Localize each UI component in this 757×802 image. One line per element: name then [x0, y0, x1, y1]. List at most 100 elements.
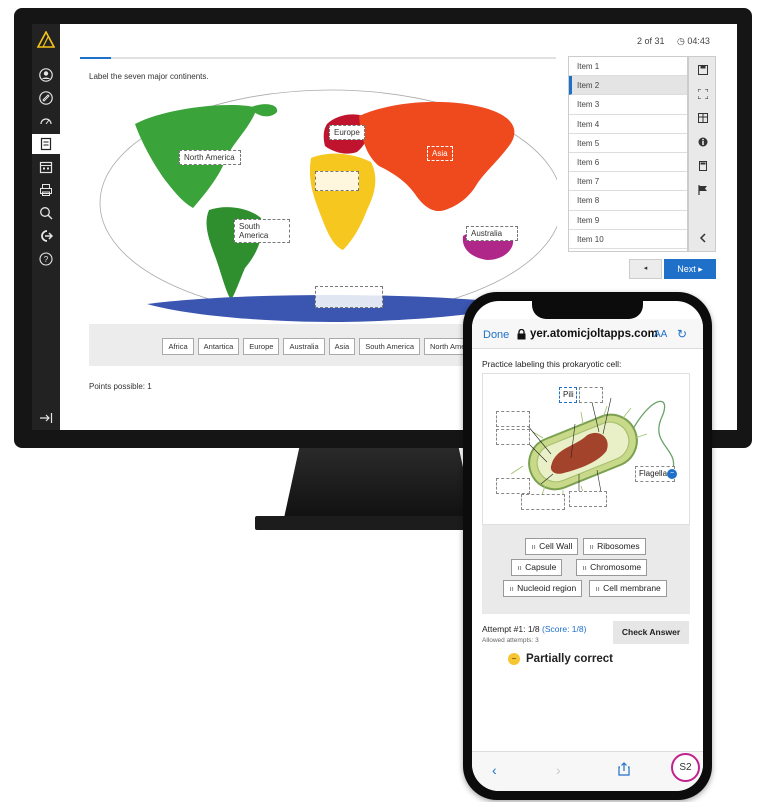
left-sidebar: ?: [32, 24, 60, 430]
logo-icon[interactable]: [36, 30, 56, 50]
item-5[interactable]: Item 5: [569, 134, 687, 153]
phone-chip-cell-wall[interactable]: ⠶ Cell Wall: [525, 538, 579, 555]
chip-africa[interactable]: Africa: [162, 338, 194, 355]
forward-icon[interactable]: ›: [556, 762, 561, 778]
phone-chip-chromosome[interactable]: ⠶ Chromosome: [576, 559, 648, 576]
browser-url-bar: Done yer.atomicjoltapps.com AA ↻: [472, 319, 703, 349]
logout-icon[interactable]: [36, 226, 56, 246]
item-9[interactable]: Item 9: [569, 211, 687, 230]
feedback-text: Partially correct: [526, 653, 613, 665]
chip-australia[interactable]: Australia: [283, 338, 325, 355]
browser-bottom-bar: ‹ ›: [472, 751, 703, 791]
grip-icon: ⠶: [595, 586, 601, 593]
cell-dropzone-4[interactable]: [496, 478, 530, 494]
phone-notch: [532, 301, 643, 319]
tool-panel: [688, 56, 716, 252]
fullscreen-icon[interactable]: [695, 88, 711, 103]
phone-screen: Done yer.atomicjoltapps.com AA ↻ Practic…: [472, 301, 703, 791]
calendar-icon[interactable]: [36, 157, 56, 177]
svg-text:?: ?: [44, 255, 49, 264]
clock-icon: ◷: [677, 36, 688, 46]
item-4[interactable]: Item 4: [569, 115, 687, 134]
search-icon[interactable]: [36, 203, 56, 223]
grip-icon: ⠶: [582, 565, 588, 572]
grip-icon: ⠶: [509, 586, 515, 593]
chevron-left-icon[interactable]: [695, 233, 711, 247]
help-icon[interactable]: ?: [36, 249, 56, 269]
phone-chip-capsule[interactable]: ⠶ Capsule: [511, 559, 563, 576]
cell-dropzone-2[interactable]: [496, 411, 530, 427]
cell-label-pili[interactable]: Pili: [559, 387, 577, 403]
attempt-label: Attempt #1: 1/8: [482, 624, 540, 634]
allowed-attempts: Allowed attempts: 3: [482, 637, 539, 644]
map-label-south-america[interactable]: South America: [234, 219, 290, 243]
user-icon[interactable]: [36, 65, 56, 85]
save-icon[interactable]: [695, 65, 711, 79]
share-icon[interactable]: [618, 762, 630, 779]
cell-diagram: Pili Flagella −: [482, 373, 690, 525]
chip-asia[interactable]: Asia: [328, 338, 356, 355]
back-icon[interactable]: ‹: [492, 762, 497, 778]
lock-icon: [517, 328, 526, 343]
points-possible: Points possible: 1: [89, 382, 152, 391]
item-10[interactable]: Item 10: [569, 230, 687, 249]
phone-chip-label: Cell Wall: [539, 541, 573, 551]
page-icon[interactable]: [32, 134, 60, 154]
phone-chip-label: Cell membrane: [603, 583, 661, 593]
item-8[interactable]: Item 8: [569, 191, 687, 211]
map-dropzone-antarctica[interactable]: [315, 286, 383, 308]
progress-fill: [80, 57, 111, 59]
attempt-status: Attempt #1: 1/8 (Score: 1/8): [482, 624, 586, 634]
calculator-icon[interactable]: [695, 161, 711, 175]
timer: ◷ 04:43: [677, 36, 710, 47]
map-label-australia[interactable]: Australia: [466, 226, 518, 241]
map-label-asia[interactable]: Asia: [427, 146, 453, 161]
reload-icon[interactable]: ↻: [677, 327, 687, 341]
item-1[interactable]: Item 1: [569, 57, 687, 77]
progress-bar: [80, 57, 556, 59]
feedback: – Partially correct: [508, 653, 613, 665]
phone-chip-nucleoid-region[interactable]: ⠶ Nucleoid region: [503, 580, 583, 597]
chip-antartica[interactable]: Antartica: [197, 338, 240, 355]
phone: Done yer.atomicjoltapps.com AA ↻ Practic…: [463, 292, 712, 800]
item-7[interactable]: Item 7: [569, 172, 687, 192]
map-label-north-america[interactable]: North America: [179, 150, 241, 165]
url-text[interactable]: yer.atomicjoltapps.com: [530, 328, 658, 340]
neutral-face-icon: –: [508, 653, 520, 665]
score-label: (Score: 1/8): [542, 624, 587, 634]
phone-chip-label: Nucleoid region: [517, 583, 577, 593]
printer-icon[interactable]: [36, 180, 56, 200]
remove-label-icon[interactable]: −: [667, 469, 677, 479]
cell-dropzone-3[interactable]: [496, 429, 530, 445]
grip-icon: ⠶: [517, 565, 523, 572]
question-counter: 2 of 31: [637, 36, 665, 46]
phone-chip-cell-membrane[interactable]: ⠶ Cell membrane: [589, 580, 667, 597]
item-6[interactable]: Item 6: [569, 153, 687, 173]
collapse-icon[interactable]: [36, 408, 56, 428]
cell-dropzone-1[interactable]: [579, 387, 603, 403]
check-answer-button[interactable]: Check Answer: [613, 621, 689, 644]
gauge-icon[interactable]: [36, 111, 56, 131]
cell-dropzone-6[interactable]: [569, 491, 607, 507]
text-size-button[interactable]: AA: [654, 329, 667, 340]
chip-south-america[interactable]: South America: [359, 338, 420, 355]
world-map: Europe Asia North America South America …: [89, 86, 557, 324]
item-list: Item 1 Item 2 Item 3 Item 4 Item 5 Item …: [568, 56, 688, 252]
item-2-selected[interactable]: Item 2: [569, 76, 687, 96]
chip-europe[interactable]: Europe: [243, 338, 280, 355]
phone-chip-ribosomes[interactable]: ⠶ Ribosomes: [583, 538, 646, 555]
flag-icon[interactable]: [695, 185, 711, 199]
next-button[interactable]: Next ▸: [664, 259, 716, 279]
cell-question-area: Pili Flagella − ⠶ Cell Wall ⠶ Ribosomes ⠶ C…: [482, 373, 690, 614]
timer-value: 04:43: [687, 36, 710, 46]
item-3[interactable]: Item 3: [569, 95, 687, 115]
info-icon[interactable]: [695, 137, 711, 151]
grid-icon[interactable]: [695, 113, 711, 127]
cell-dropzone-5[interactable]: [521, 494, 565, 510]
done-button[interactable]: Done: [483, 329, 509, 341]
map-dropzone-africa[interactable]: [315, 171, 359, 191]
tag-icon[interactable]: [36, 88, 56, 108]
map-label-europe[interactable]: Europe: [329, 125, 365, 140]
prev-button[interactable]: ◂: [629, 259, 662, 279]
grip-icon: ⠶: [589, 544, 595, 551]
